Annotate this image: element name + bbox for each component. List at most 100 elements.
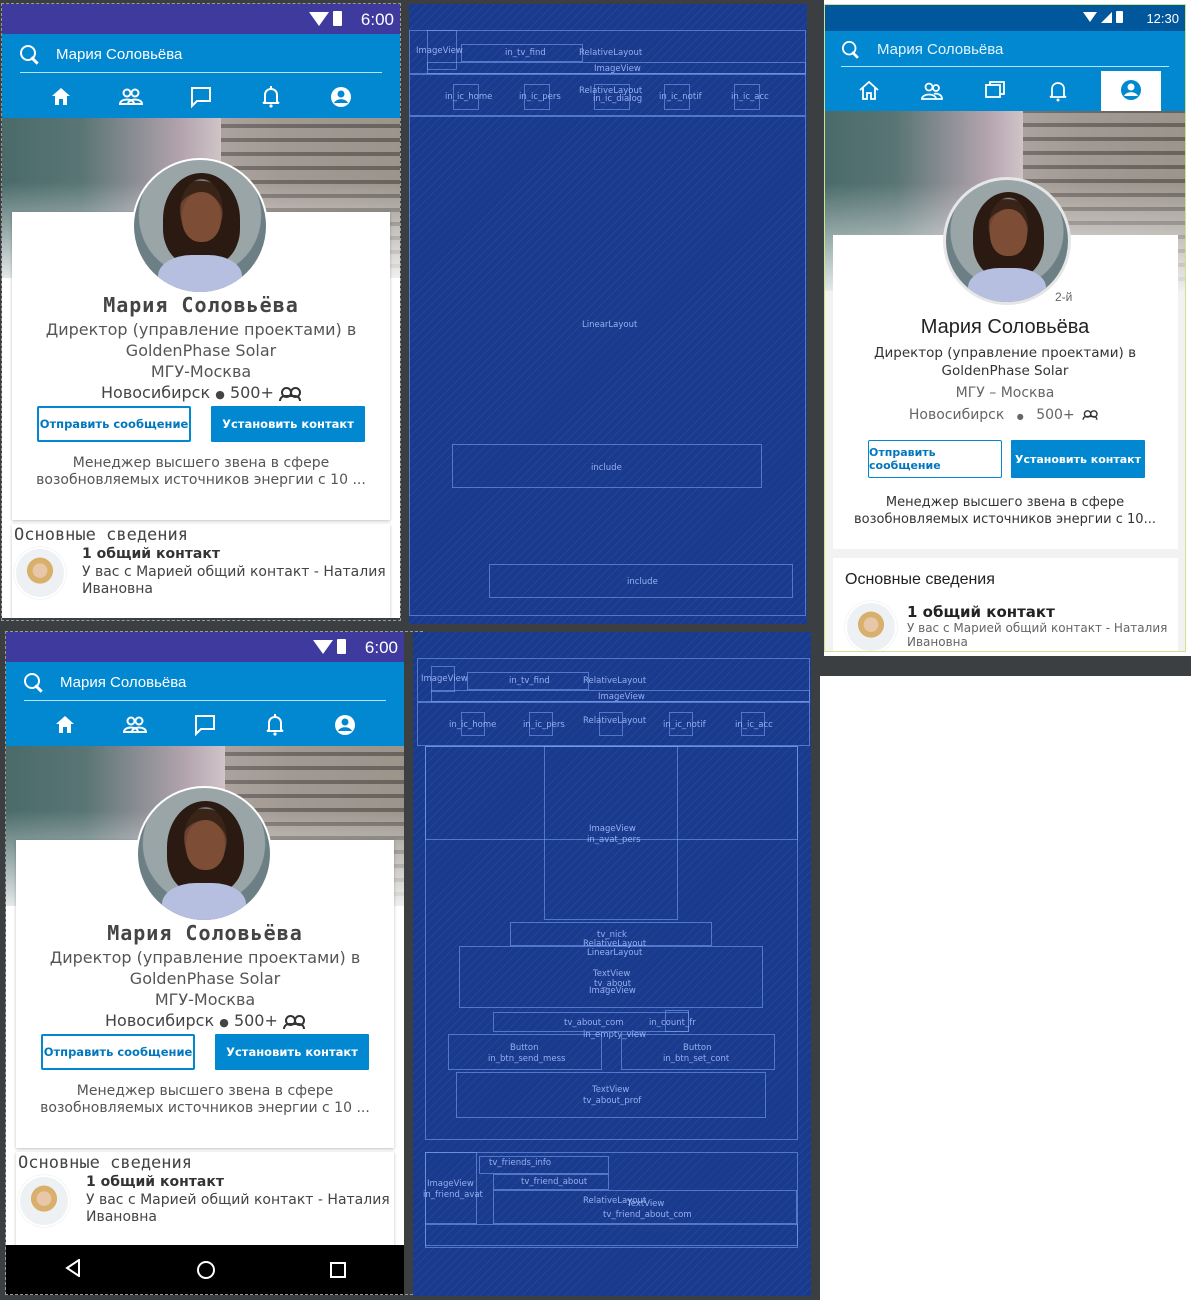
search-bar[interactable]: Мария Соловьёва [841,33,1169,67]
profile-name: Мария Соловьёва [107,921,303,945]
nav-bell-icon[interactable] [1038,71,1078,111]
bp-label: tv_friend_about_com [603,1210,692,1220]
battery-icon [333,11,342,26]
info-title: Основные сведения [18,1153,192,1173]
profile-title-1: Директор (управление проектами) в [45,320,357,339]
nav-account-icon[interactable] [325,705,365,745]
nav-home-icon[interactable] [41,77,81,117]
connections-icon [1082,410,1098,420]
search-text[interactable]: Мария Соловьёва [60,674,186,691]
friend-title: 1 общий контакт [86,1174,224,1190]
bp-label: TextView [627,1199,665,1209]
connections-icon [282,1014,305,1029]
profile-name: Мария Соловьёва [920,316,1090,338]
nav-chat-icon[interactable] [185,705,225,745]
app-bar: Мария Соловьёва [825,31,1185,111]
friend-avatar[interactable] [845,601,897,651]
bp-label: include [627,577,658,587]
recents-icon[interactable] [330,1262,347,1278]
nav-home-icon[interactable] [45,705,85,745]
system-nav-bar [6,1245,404,1295]
profile-location: Новосибирск [908,407,1005,423]
profile-location: Новосибирск [101,383,211,402]
home-nav-icon[interactable] [196,1261,215,1279]
bp-label: in_ic_acc [735,720,773,730]
signal-icon [1101,11,1112,23]
friend-text-1: У вас с Марией общий контакт - Наталия [82,564,386,580]
wifi-icon [313,639,333,654]
bp-label: in_ic_pers [523,720,565,730]
friend-title: 1 общий контакт [907,603,1055,621]
bp-label: in_ic_dialog [593,94,643,104]
bullet: ● [215,388,225,401]
send-message-button[interactable]: Отправить сообщение [37,406,191,442]
send-message-button[interactable]: Отправить сообщение [41,1034,195,1070]
status-bar: 6:00 [6,632,404,662]
bp-label: ImageView [427,1179,474,1189]
nav-row [6,704,404,746]
bp-label: in_btn_send_mess [488,1054,566,1064]
nav-bell-icon[interactable] [255,705,295,745]
profile-avatar[interactable] [943,177,1071,305]
about-line-1: Менеджер высшего звена в сфере [76,1083,334,1099]
bp-label: tv_friend_about [521,1177,588,1187]
search-icon [842,40,860,59]
profile-connections: 500+ [229,383,274,402]
nav-home-icon[interactable] [849,71,889,111]
friend-avatar[interactable] [14,547,66,599]
nav-chat-icon[interactable] [181,77,221,117]
bp-label: in_ic_notif [659,92,702,102]
profile-name: Мария Соловьёва [103,293,299,317]
bp-label: in_count_fr [649,1018,696,1028]
search-text[interactable]: Мария Соловьёва [877,41,1003,58]
bp-label: in_tv_find [509,676,550,686]
profile-title-1: Директор (управление проектами) в [873,345,1137,361]
bp-label: tv_friends_info [489,1158,552,1168]
back-icon[interactable] [64,1257,82,1282]
about-line-2: возобновляемых источников энергии с 10 .… [36,472,366,488]
search-text[interactable]: Мария Соловьёва [56,46,182,63]
nav-bell-icon[interactable] [251,77,291,117]
nav-account-icon[interactable] [321,77,361,117]
bp-label: ImageView [594,64,641,74]
send-message-button[interactable]: Отправить сообщение [868,440,1002,478]
profile-title-2: GoldenPhase Solar [129,969,281,988]
nav-row [825,71,1185,111]
bp-label: in_empty_view [583,1030,647,1040]
bp-label: in_btn_set_cont [663,1054,730,1064]
profile-school: МГУ-Москва [150,362,252,381]
wifi-icon [309,11,329,26]
bp-label: ImageView [589,986,636,996]
friend-text-2: Ивановна [907,635,968,649]
bp-label: RelativeLayout [583,676,647,686]
search-bar[interactable]: Мария Соловьёва [20,37,382,73]
nav-row [2,76,400,118]
add-contact-button[interactable]: Установить контакт [215,1034,369,1070]
nav-people-icon[interactable] [912,71,952,111]
about-line-2: возобновляемых источников энергии с 10 .… [40,1100,370,1116]
nav-account-icon[interactable] [1101,71,1162,111]
nav-chat-icon[interactable] [975,71,1015,111]
battery-icon [337,639,346,654]
bp-label: LinearLayout [582,320,638,330]
profile-location-row: Новосибирск ● 500+ [6,1011,404,1030]
design-phone-bottom: 6:00 Мария Соловьёва Мария Соловьёва Дир… [6,632,404,1295]
profile-avatar[interactable] [136,786,272,922]
info-title: Основные сведения [845,571,995,588]
bp-label: Button [510,1043,539,1053]
add-contact-button[interactable]: Установить контакт [1011,440,1145,478]
profile-location: Новосибирск [105,1011,215,1030]
friend-text-1: У вас с Марией общий контакт - Наталия [86,1192,390,1208]
nav-people-icon[interactable] [111,77,151,117]
profile-avatar[interactable] [132,158,268,294]
friend-avatar[interactable] [18,1175,70,1227]
bp-label: in_ic_home [449,720,497,730]
bp-label: in_tv_find [505,48,546,58]
battery-icon [1116,11,1123,23]
add-contact-button[interactable]: Установить контакт [211,406,365,442]
search-bar[interactable]: Мария Соловьёва [24,665,386,701]
nav-people-icon[interactable] [115,705,155,745]
bp-label: TextView [593,969,631,979]
profile-connections: 500+ [1036,407,1075,423]
bp-label: in_ic_pers [519,92,561,102]
